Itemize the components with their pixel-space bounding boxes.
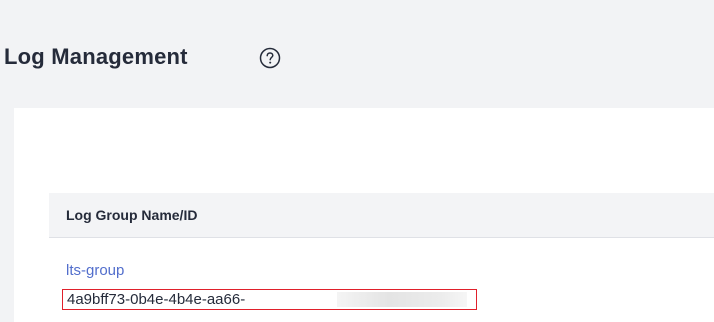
- log-group-id: 4a9bff73-0b4e-4b4e-aa66-: [67, 291, 246, 308]
- page-title: Log Management: [4, 44, 188, 69]
- page-header: Log Management: [0, 0, 714, 108]
- redacted-area: [337, 292, 467, 307]
- table-row: lts-group 4a9bff73-0b4e-4b4e-aa66-: [49, 238, 714, 310]
- content-card: Log Group Name/ID lts-group 4a9bff73-0b4…: [14, 108, 714, 322]
- column-header-log-group-name-id[interactable]: Log Group Name/ID: [66, 207, 197, 223]
- page: Log Management Log Group Name/ID lts-gro…: [0, 0, 714, 322]
- log-group-name-link[interactable]: lts-group: [66, 262, 124, 279]
- question-circle-icon[interactable]: [259, 47, 281, 69]
- log-group-table: Log Group Name/ID lts-group 4a9bff73-0b4…: [49, 193, 714, 310]
- log-group-id-highlight: 4a9bff73-0b4e-4b4e-aa66-: [62, 289, 477, 310]
- table-header: Log Group Name/ID: [49, 193, 714, 238]
